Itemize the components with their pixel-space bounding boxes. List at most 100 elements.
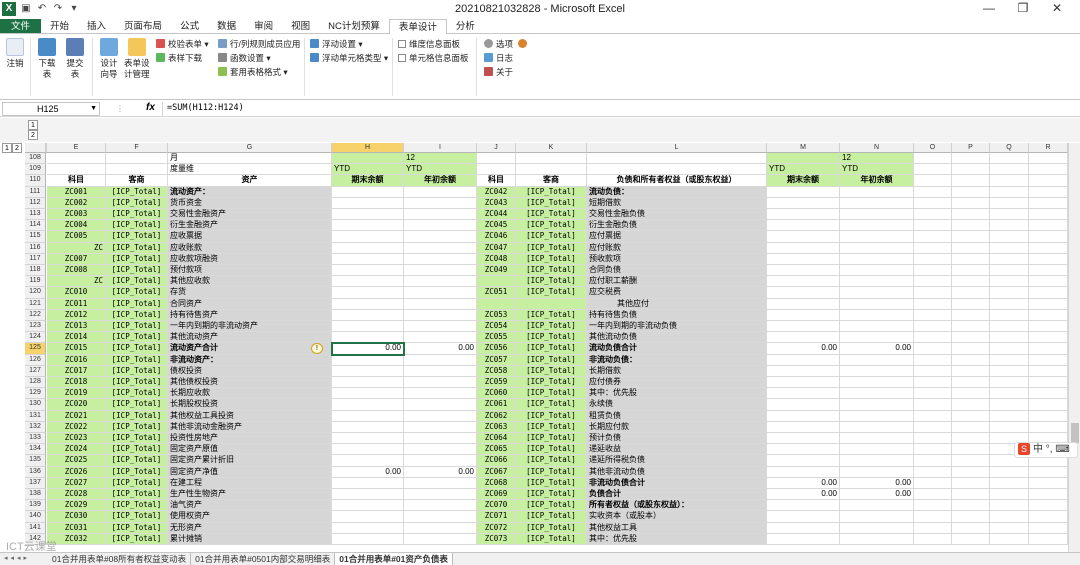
cell-h114[interactable] bbox=[332, 220, 404, 232]
row-col-rule-button[interactable]: 行/列规则成员应用 bbox=[218, 38, 300, 50]
cell-k108[interactable] bbox=[516, 153, 587, 165]
cell-g121[interactable]: 合同资产 bbox=[168, 298, 332, 310]
cell-k130[interactable]: [ICP_Total] bbox=[516, 399, 587, 411]
cell-k136[interactable]: [ICP_Total] bbox=[516, 466, 587, 478]
tab-2[interactable]: 插入 bbox=[78, 19, 115, 33]
cell-f110[interactable]: 客商 bbox=[106, 175, 168, 187]
cell-j138[interactable]: ZC069 bbox=[477, 489, 516, 501]
row-header-112[interactable]: 112 bbox=[25, 197, 46, 209]
cell-q127[interactable] bbox=[990, 365, 1029, 377]
cell-i131[interactable] bbox=[404, 410, 477, 422]
cell-f112[interactable]: [ICP_Total] bbox=[106, 197, 168, 209]
cell-m134[interactable] bbox=[767, 444, 840, 456]
cell-q116[interactable] bbox=[990, 242, 1029, 254]
cell-m141[interactable] bbox=[767, 522, 840, 534]
cell-n120[interactable] bbox=[840, 287, 914, 299]
cell-q129[interactable] bbox=[990, 388, 1029, 400]
cell-k131[interactable]: [ICP_Total] bbox=[516, 410, 587, 422]
cell-n130[interactable] bbox=[840, 399, 914, 411]
cell-n132[interactable] bbox=[840, 421, 914, 433]
cell-g120[interactable]: 存货 bbox=[168, 287, 332, 299]
cell-n121[interactable] bbox=[840, 298, 914, 310]
cell-e128[interactable]: ZC018 bbox=[47, 377, 106, 389]
row-header-111[interactable]: 111 bbox=[25, 186, 46, 198]
cell-k110[interactable]: 客商 bbox=[516, 175, 587, 187]
cell-e129[interactable]: ZC019 bbox=[47, 388, 106, 400]
cell-p110[interactable] bbox=[952, 175, 990, 187]
cell-m109[interactable]: YTD bbox=[767, 164, 840, 176]
cell-h124[interactable] bbox=[332, 332, 404, 344]
cell-n109[interactable]: YTD bbox=[840, 164, 914, 176]
cell-k141[interactable]: [ICP_Total] bbox=[516, 522, 587, 534]
cell-m127[interactable] bbox=[767, 365, 840, 377]
cell-i110[interactable]: 年初余额 bbox=[404, 175, 477, 187]
cell-p135[interactable] bbox=[952, 455, 990, 467]
cell-q109[interactable] bbox=[990, 164, 1029, 176]
cell-m114[interactable] bbox=[767, 220, 840, 232]
cell-e110[interactable]: 科目 bbox=[47, 175, 106, 187]
cell-f134[interactable]: [ICP_Total] bbox=[106, 444, 168, 456]
cell-g111[interactable]: 流动资产： bbox=[168, 186, 332, 198]
cell-n123[interactable] bbox=[840, 321, 914, 333]
cell-i127[interactable] bbox=[404, 365, 477, 377]
cell-f124[interactable]: [ICP_Total] bbox=[106, 332, 168, 344]
cell-r131[interactable] bbox=[1029, 410, 1068, 422]
cell-k134[interactable]: [ICP_Total] bbox=[516, 444, 587, 456]
function-settings-button[interactable]: 函数设置 ▾ bbox=[218, 52, 271, 64]
cell-i123[interactable] bbox=[404, 321, 477, 333]
cell-e141[interactable]: ZC031 bbox=[47, 522, 106, 534]
cell-k135[interactable]: [ICP_Total] bbox=[516, 455, 587, 467]
cell-f142[interactable]: [ICP_Total] bbox=[106, 533, 168, 545]
cell-r140[interactable] bbox=[1029, 511, 1068, 523]
cell-g109[interactable]: 度量维 bbox=[168, 164, 332, 176]
cell-l135[interactable]: 递延所得税负债 bbox=[587, 455, 767, 467]
cell-k129[interactable]: [ICP_Total] bbox=[516, 388, 587, 400]
cell-h134[interactable] bbox=[332, 444, 404, 456]
cell-k133[interactable]: [ICP_Total] bbox=[516, 433, 587, 445]
cell-e136[interactable]: ZC026 bbox=[47, 466, 106, 478]
cell-e115[interactable]: ZC005 bbox=[47, 231, 106, 243]
cell-j134[interactable]: ZC065 bbox=[477, 444, 516, 456]
cell-j113[interactable]: ZC044 bbox=[477, 209, 516, 221]
cell-f132[interactable]: [ICP_Total] bbox=[106, 421, 168, 433]
cell-f116[interactable]: [ICP_Total] bbox=[106, 242, 168, 254]
row-header-139[interactable]: 139 bbox=[25, 500, 46, 512]
outline-level-1-button[interactable]: 1 bbox=[28, 120, 38, 130]
cell-h123[interactable] bbox=[332, 321, 404, 333]
cell-o127[interactable] bbox=[914, 365, 952, 377]
cell-m119[interactable] bbox=[767, 276, 840, 288]
cell-r141[interactable] bbox=[1029, 522, 1068, 534]
cell-h131[interactable] bbox=[332, 410, 404, 422]
cell-q141[interactable] bbox=[990, 522, 1029, 534]
cell-l112[interactable]: 短期借款 bbox=[587, 197, 767, 209]
cell-n137[interactable]: 0.00 bbox=[840, 477, 914, 489]
cell-i137[interactable] bbox=[404, 477, 477, 489]
cell-r137[interactable] bbox=[1029, 477, 1068, 489]
cell-o119[interactable] bbox=[914, 276, 952, 288]
cell-k109[interactable] bbox=[516, 164, 587, 176]
cell-o139[interactable] bbox=[914, 500, 952, 512]
cell-h120[interactable] bbox=[332, 287, 404, 299]
cell-p140[interactable] bbox=[952, 511, 990, 523]
validate-form-button[interactable]: 校验表单 ▾ bbox=[156, 38, 209, 50]
outline-level-2-button[interactable]: 2 bbox=[28, 130, 38, 140]
cell-f118[interactable]: [ICP_Total] bbox=[106, 265, 168, 277]
cell-o132[interactable] bbox=[914, 421, 952, 433]
cell-l116[interactable]: 应付账款 bbox=[587, 242, 767, 254]
cell-k121[interactable] bbox=[516, 298, 587, 310]
cell-j140[interactable]: ZC071 bbox=[477, 511, 516, 523]
cell-m135[interactable] bbox=[767, 455, 840, 467]
cell-r125[interactable] bbox=[1029, 343, 1068, 355]
cell-q137[interactable] bbox=[990, 477, 1029, 489]
cell-l111[interactable]: 流动负债： bbox=[587, 186, 767, 198]
cell-r117[interactable] bbox=[1029, 253, 1068, 265]
tab-9[interactable]: 表单设计 bbox=[388, 19, 447, 35]
cell-h110[interactable]: 期末余额 bbox=[332, 175, 404, 187]
download-form-button[interactable]: 下载 表 bbox=[38, 38, 56, 80]
cell-i119[interactable] bbox=[404, 276, 477, 288]
row-header-135[interactable]: 135 bbox=[25, 455, 46, 467]
cell-p111[interactable] bbox=[952, 186, 990, 198]
cell-h141[interactable] bbox=[332, 522, 404, 534]
cell-i129[interactable] bbox=[404, 388, 477, 400]
cell-j110[interactable]: 科目 bbox=[477, 175, 516, 187]
